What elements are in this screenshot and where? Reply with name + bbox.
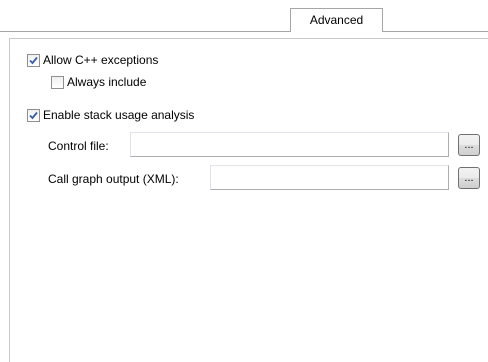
enable-stack-usage-label: Enable stack usage analysis bbox=[43, 108, 195, 122]
tab-advanced[interactable]: Advanced bbox=[290, 8, 383, 32]
advanced-options-page: Advanced Allow C++ exceptions Always inc… bbox=[0, 0, 488, 362]
always-include-option[interactable]: Always include bbox=[51, 74, 146, 90]
checkmark-icon bbox=[29, 111, 38, 119]
call-graph-output-label: Call graph output (XML): bbox=[48, 172, 179, 186]
control-file-browse-button[interactable]: ... bbox=[458, 134, 480, 156]
control-file-label: Control file: bbox=[48, 139, 109, 153]
tab-strip-divider-right bbox=[382, 31, 488, 32]
tab-advanced-label: Advanced bbox=[309, 13, 364, 27]
checkmark-icon bbox=[29, 56, 38, 64]
always-include-label: Always include bbox=[67, 75, 147, 89]
enable-stack-usage-option[interactable]: Enable stack usage analysis bbox=[27, 107, 194, 123]
allow-cpp-exceptions-option[interactable]: Allow C++ exceptions bbox=[27, 52, 158, 68]
enable-stack-usage-checkbox[interactable] bbox=[27, 108, 40, 122]
control-file-input[interactable] bbox=[130, 132, 449, 157]
allow-cpp-exceptions-label: Allow C++ exceptions bbox=[43, 53, 159, 67]
call-graph-output-browse-button[interactable]: ... bbox=[458, 167, 480, 189]
tab-strip-divider-left bbox=[0, 31, 291, 32]
always-include-checkbox[interactable] bbox=[51, 75, 64, 89]
allow-cpp-exceptions-checkbox[interactable] bbox=[27, 53, 40, 67]
call-graph-output-input[interactable] bbox=[210, 165, 449, 190]
